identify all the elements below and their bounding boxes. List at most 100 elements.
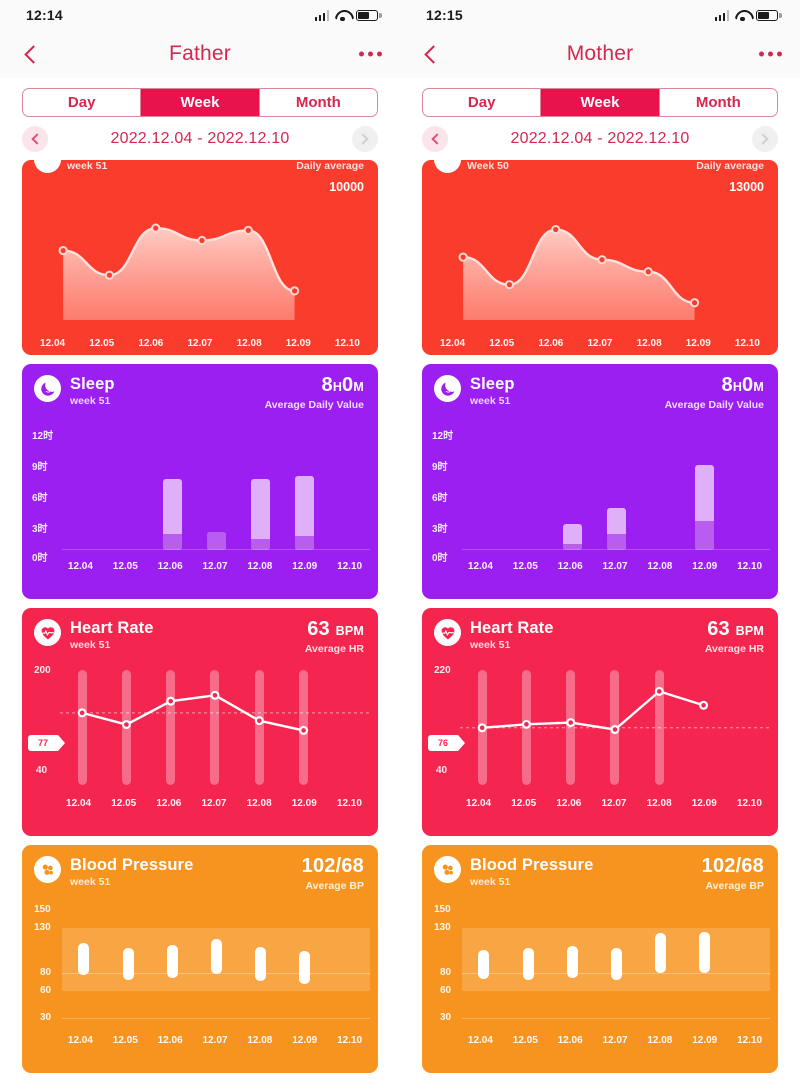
nav-bar: Father	[0, 30, 400, 78]
card-steps[interactable]: week 51 Daily average 10000 12.04 12.05 12.06…	[22, 160, 378, 355]
y-label: 3时	[432, 524, 448, 535]
bp-bar[interactable]	[478, 949, 490, 980]
sleep-bar[interactable]	[206, 532, 226, 550]
sleep-bar[interactable]	[694, 465, 714, 550]
bar-column	[506, 423, 550, 550]
period-segmented-control[interactable]: Day Week Month	[422, 88, 778, 117]
x-label: 12.06	[157, 1035, 183, 1046]
card-steps[interactable]: Week 50 Daily average 13000 12.04 12.05 12.06…	[422, 160, 778, 355]
sleep-bar[interactable]	[294, 475, 314, 550]
more-dots-icon[interactable]	[759, 51, 782, 57]
card-blood-pressure[interactable]: Blood Pressure week 51 102/68 Average BP 150…	[22, 845, 378, 1073]
x-label: 12.08	[636, 338, 662, 349]
x-label: 12.07	[187, 338, 213, 349]
x-label: 12.06	[538, 338, 564, 349]
card-sleep[interactable]: Sleep week 51 8H0M Average Daily Value 12时 9时…	[422, 364, 778, 599]
tab-month[interactable]: Month	[260, 89, 377, 116]
card-sleep[interactable]: Sleep week 51 8H0M Average Daily Value 12时 9时…	[22, 364, 378, 599]
x-label: 12.05	[112, 1035, 138, 1046]
blood-pressure-unit-label: Average BP	[305, 880, 364, 892]
blood-pressure-card-header: Blood Pressure week 51 102/68 Average BP	[22, 845, 378, 894]
bp-bar[interactable]	[654, 933, 666, 973]
bp-x-axis: 12.04 12.05 12.06 12.07 12.08 12.09 12.10	[422, 1035, 778, 1046]
x-label: 12.09	[685, 338, 711, 349]
sleep-minutes-unit: M	[753, 380, 764, 394]
hr-average-tag: 77	[28, 735, 65, 751]
bp-x-axis: 12.04 12.05 12.06 12.07 12.08 12.09 12.10	[22, 1035, 378, 1046]
sleep-card-header: Sleep week 51 8H0M Average Daily Value	[422, 364, 778, 413]
sleep-bar[interactable]	[250, 479, 270, 550]
bp-bar[interactable]	[254, 946, 266, 982]
x-label: 12.08	[647, 561, 673, 572]
y-label: 80	[40, 967, 52, 978]
bar-column	[282, 423, 326, 550]
wifi-icon	[735, 10, 750, 22]
battery-icon	[356, 9, 382, 21]
bp-bar[interactable]	[566, 946, 578, 979]
x-label: 12.09	[692, 1035, 718, 1046]
date-range-label: 2022.12.04 - 2022.12.10	[510, 130, 690, 147]
chevron-left-icon[interactable]	[22, 126, 48, 152]
x-label: 12.04	[66, 798, 92, 809]
blood-pressure-title: Blood Pressure	[470, 856, 594, 874]
y-label: 12时	[32, 431, 54, 442]
sleep-bars	[62, 423, 370, 550]
blood-pressure-title: Blood Pressure	[70, 856, 194, 874]
back-chevron-icon[interactable]	[18, 41, 44, 67]
status-bar: 12:15	[400, 0, 800, 30]
bar-column	[238, 423, 282, 550]
bp-bar[interactable]	[698, 931, 710, 973]
card-heart-rate[interactable]: Heart Rate week 51 63 BPM Average HR 200 40 77…	[22, 608, 378, 836]
bp-bar[interactable]	[122, 947, 134, 981]
more-dots-icon[interactable]	[359, 51, 382, 57]
sleep-hours: 8	[721, 374, 733, 396]
tab-week[interactable]: Week	[541, 89, 660, 116]
bar-column	[106, 423, 150, 550]
bp-bar[interactable]	[78, 943, 90, 975]
hr-x-axis: 12.04 12.05 12.06 12.07 12.08 12.09 12.10	[22, 798, 378, 809]
bp-bar[interactable]	[210, 938, 222, 974]
tab-week[interactable]: Week	[141, 89, 260, 116]
period-segmented-control[interactable]: Day Week Month	[22, 88, 378, 117]
sleep-minutes: 0	[742, 374, 754, 396]
x-label: 12.07	[201, 798, 227, 809]
bp-cuff-icon	[34, 856, 61, 883]
status-time: 12:15	[426, 7, 463, 23]
chevron-right-icon[interactable]	[751, 126, 778, 152]
heart-rate-unit-label: Average HR	[704, 643, 764, 655]
x-label: 12.05	[512, 1035, 538, 1046]
bp-bar[interactable]	[522, 947, 534, 981]
bp-bar[interactable]	[166, 945, 178, 979]
bp-bar[interactable]	[298, 951, 310, 984]
y-label: 60	[440, 985, 452, 996]
y-label: 3时	[32, 524, 48, 535]
sleep-bar[interactable]	[562, 523, 582, 550]
chevron-right-icon[interactable]	[351, 126, 378, 152]
sleep-bar[interactable]	[162, 479, 182, 550]
x-label: 12.04	[467, 1035, 493, 1046]
y-label: 130	[434, 922, 451, 933]
tab-day[interactable]: Day	[423, 89, 542, 116]
y-label: 150	[34, 904, 51, 915]
hr-average-tag: 76	[428, 735, 465, 751]
x-label: 12.09	[692, 561, 718, 572]
moon-face-icon	[434, 375, 461, 402]
back-chevron-icon[interactable]	[418, 41, 444, 67]
x-label: 12.06	[557, 1035, 583, 1046]
sleep-bar[interactable]	[606, 507, 626, 550]
card-heart-rate[interactable]: Heart Rate week 51 63 BPM Average HR 220 40 76…	[422, 608, 778, 836]
tab-month[interactable]: Month	[660, 89, 777, 116]
hr-number: 63	[307, 618, 330, 640]
x-label: 12.10	[334, 338, 360, 349]
page-title: Mother	[566, 42, 634, 65]
hr-y-min-label: 40	[36, 765, 48, 776]
card-blood-pressure[interactable]: Blood Pressure week 51 102/68 Average BP 150…	[422, 845, 778, 1073]
sleep-baseline	[462, 549, 770, 550]
blood-pressure-chart: 150 130 80 60 30 12.04 12.05 12.06 12.07 12.08 12.…	[422, 894, 778, 1052]
bp-bar[interactable]	[610, 947, 622, 981]
chevron-left-icon[interactable]	[422, 126, 448, 152]
tab-day[interactable]: Day	[23, 89, 142, 116]
sleep-hours-unit: H	[332, 380, 343, 394]
y-label: 80	[440, 967, 452, 978]
metric-cards-list: week 51 Daily average 10000 12.04 12.05 12.06…	[0, 160, 400, 1073]
